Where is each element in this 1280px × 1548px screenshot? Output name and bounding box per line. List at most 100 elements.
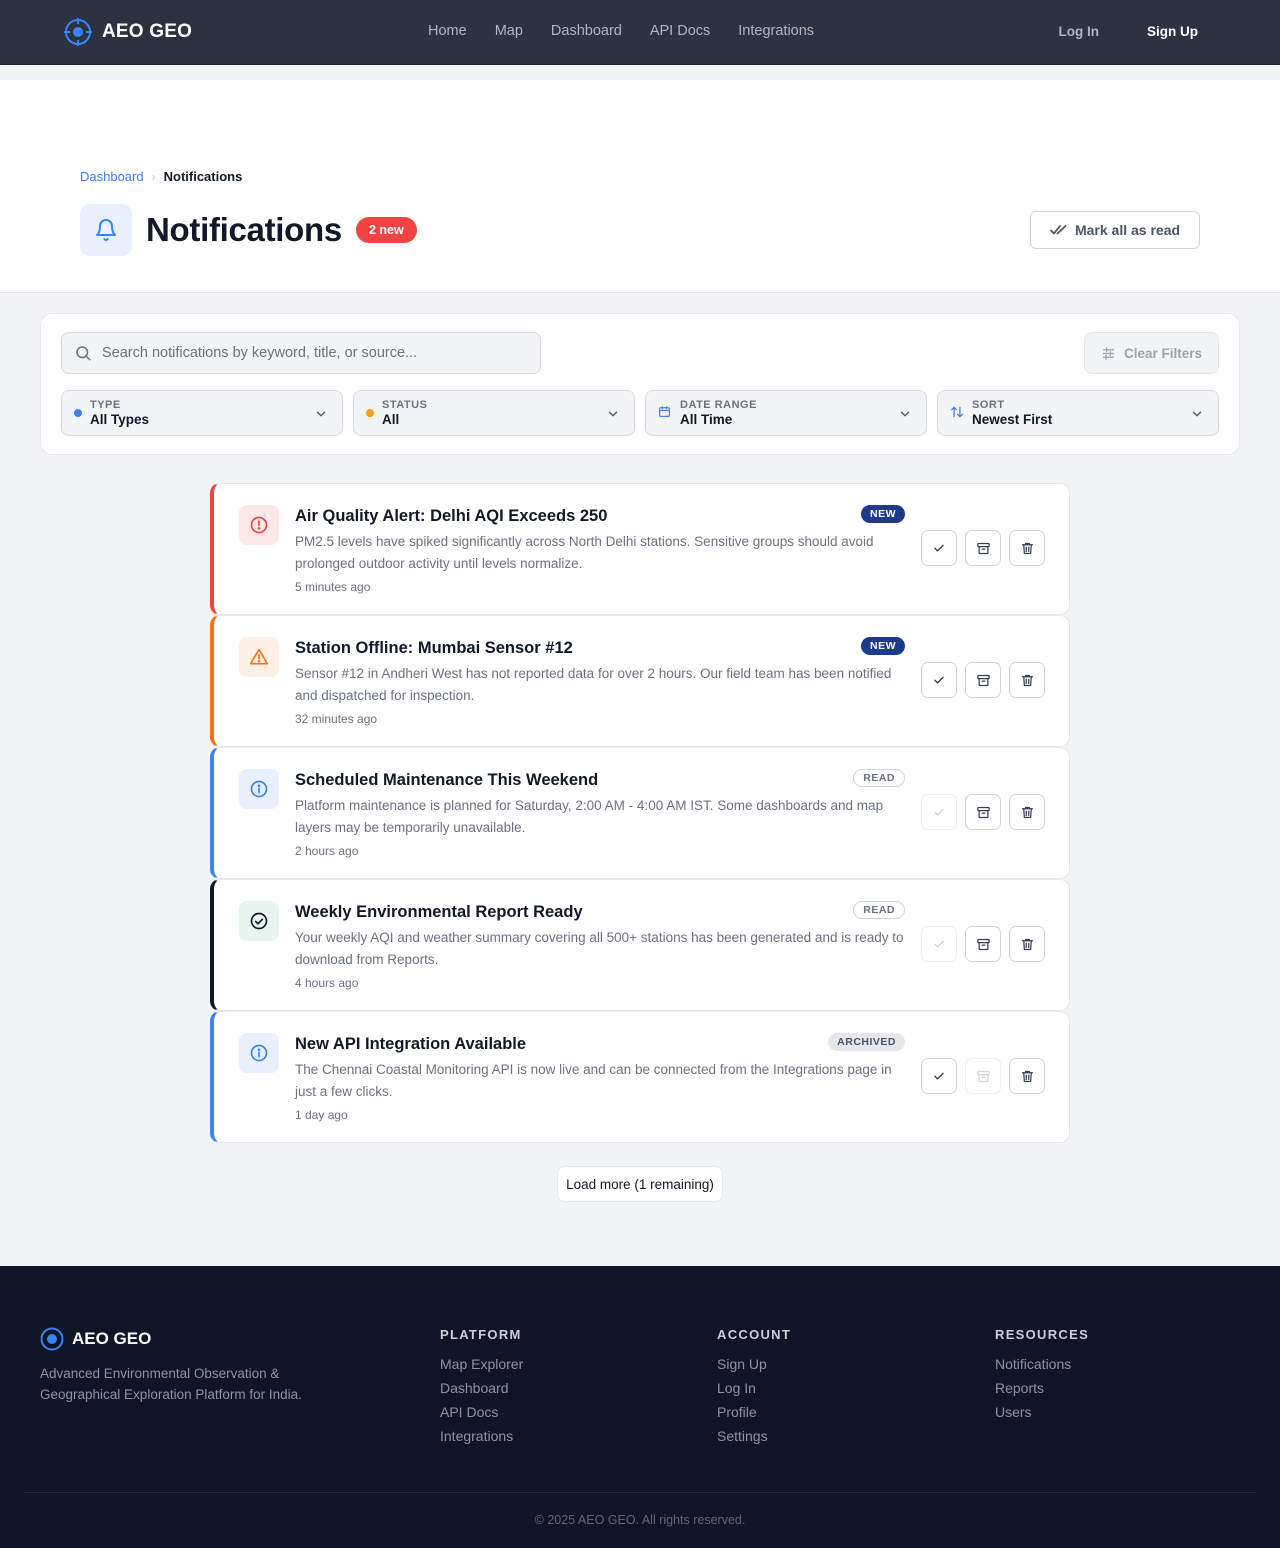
trash-icon [1021,1070,1033,1082]
search-icon [76,346,91,361]
footer-link-notifications[interactable]: Notifications [995,1356,1089,1373]
breadcrumb-dashboard-link[interactable]: Dashboard [80,169,144,184]
breadcrumb-current: Notifications [163,169,243,184]
archive-button[interactable] [965,794,1001,830]
status-badge: ARCHIVED [828,1033,905,1051]
notification-card[interactable]: New API Integration Available The Chenna… [210,1011,1070,1143]
notification-body: Your weekly AQI and weather summary cove… [295,930,904,967]
check-icon [934,676,944,684]
login-button[interactable]: Log In [1059,24,1100,39]
notification-title: Weekly Environmental Report Ready [295,903,583,921]
notification-actions [921,926,1045,962]
mark-read-button[interactable] [921,926,957,962]
mark-read-button[interactable] [921,530,957,566]
sort-select[interactable]: SORT Newest First [937,390,1219,436]
load-more-button[interactable]: Load more (1 remaining) [557,1166,723,1202]
archive-icon [976,806,990,818]
search-input[interactable] [102,345,522,361]
footer-resources-column: RESOURCES Notifications Reports Users [995,1327,1089,1428]
footer-link-profile[interactable]: Profile [717,1404,791,1421]
mark-read-button[interactable] [921,794,957,830]
footer-link-reports[interactable]: Reports [995,1380,1089,1397]
status-badge: NEW [861,505,905,523]
delete-button[interactable] [1009,530,1045,566]
date-range-filter-select[interactable]: DATE RANGE All Time [645,390,927,436]
archive-icon [976,1070,990,1082]
nav-api-docs[interactable]: API Docs [650,23,710,39]
signup-button[interactable]: Sign Up [1147,24,1198,39]
check-icon [934,1072,944,1080]
footer-brand[interactable]: AEO GEO [40,1327,151,1351]
archive-button[interactable] [965,1058,1001,1094]
trash-icon [1021,542,1033,554]
notification-card[interactable]: Weekly Environmental Report Ready Your w… [210,879,1070,1011]
notification-card[interactable]: Scheduled Maintenance This Weekend Platf… [210,747,1070,879]
footer-column-heading: RESOURCES [995,1327,1090,1342]
notification-actions [921,662,1045,698]
notification-card[interactable]: Air Quality Alert: Delhi AQI Exceeds 250… [210,483,1070,615]
delete-button[interactable] [1009,662,1045,698]
status-filter-select[interactable]: STATUS All [353,390,635,436]
nav-home[interactable]: Home [428,23,467,39]
footer-link-api-docs[interactable]: API Docs [440,1404,523,1421]
notification-time: 32 minutes ago [295,712,378,726]
page-header: Dashboard › Notifications Notifications … [0,80,1280,293]
type-filter-value: All Types [90,412,150,427]
notification-time: 5 minutes ago [295,580,371,594]
type-dot-icon [74,409,82,417]
notification-card[interactable]: Station Offline: Mumbai Sensor #12 Senso… [210,615,1070,747]
date-range-filter-label: DATE RANGE [680,399,757,411]
mark-read-button[interactable] [921,662,957,698]
brand-logo-link[interactable]: AEO GEO [64,18,192,46]
mark-read-button[interactable] [921,1058,957,1094]
chevron-down-icon [316,411,326,417]
notification-body: PM2.5 levels have spiked significantly a… [295,534,874,571]
chevron-down-icon [900,411,910,417]
trash-icon [1021,938,1033,950]
info-icon [239,1033,279,1073]
page-title: Notifications [146,211,342,248]
footer-account-column: ACCOUNT Sign Up Log In Profile Settings [717,1327,791,1452]
delete-button[interactable] [1009,926,1045,962]
footer-link-dashboard[interactable]: Dashboard [440,1380,523,1397]
notification-body: Platform maintenance is planned for Satu… [295,798,884,835]
footer-link-users[interactable]: Users [995,1404,1089,1421]
footer-link-log-in[interactable]: Log In [717,1380,791,1397]
check-icon [934,544,944,552]
brand-name: AEO GEO [102,21,193,42]
archive-button[interactable] [965,530,1001,566]
check-icon [934,940,944,948]
chevron-down-icon [1192,411,1202,417]
mark-all-read-button[interactable]: Mark all as read [1030,211,1200,249]
delete-button[interactable] [1009,1058,1045,1094]
footer-link-map-explorer[interactable]: Map Explorer [440,1356,523,1373]
footer-brand-name: AEO GEO [72,1329,152,1348]
footer-copyright: © 2025 AEO GEO. All rights reserved. [534,1513,746,1527]
date-range-filter-value: All Time [680,412,733,427]
double-check-icon [1050,225,1067,235]
delete-button[interactable] [1009,794,1045,830]
type-filter-label: TYPE [90,399,121,411]
clear-filters-button[interactable]: Clear Filters [1084,332,1219,374]
alert-circle-icon [239,505,279,545]
archive-icon [976,542,990,554]
type-filter-select[interactable]: TYPE All Types [61,390,343,436]
archive-button[interactable] [965,662,1001,698]
nav-dashboard[interactable]: Dashboard [551,23,622,39]
search-box [61,332,541,374]
nav-integrations[interactable]: Integrations [738,23,814,39]
nav-map[interactable]: Map [495,23,523,39]
notification-body: Sensor #12 in Andheri West has not repor… [295,666,892,703]
auth-links: Log In Sign Up [1059,24,1199,39]
archive-button[interactable] [965,926,1001,962]
chevron-right-icon: › [151,169,156,184]
footer-link-settings[interactable]: Settings [717,1428,791,1445]
crosshair-logo-icon [64,18,92,46]
status-filter-value: All [382,412,400,427]
notification-actions [921,530,1045,566]
title-row: Notifications 2 new [80,204,417,256]
footer-link-integrations[interactable]: Integrations [440,1428,523,1445]
footer-link-sign-up[interactable]: Sign Up [717,1356,791,1373]
notification-title: Station Offline: Mumbai Sensor #12 [295,639,573,657]
footer-platform-column: PLATFORM Map Explorer Dashboard API Docs… [440,1327,523,1452]
